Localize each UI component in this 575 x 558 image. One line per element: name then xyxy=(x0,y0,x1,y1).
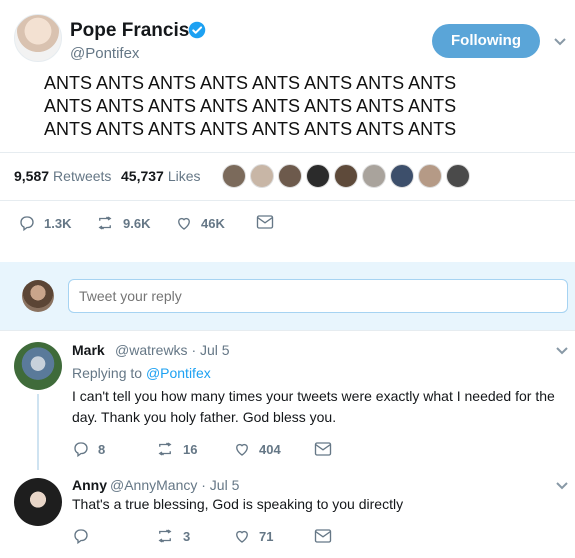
liker-avatar[interactable] xyxy=(250,164,274,188)
reply-author-handle: @watrewks · Jul 5 xyxy=(115,342,230,358)
like-action[interactable]: 46K xyxy=(175,214,225,232)
heart-icon xyxy=(236,530,248,543)
author-display-name[interactable]: Pope Francis xyxy=(70,20,189,42)
replying-to-prefix: Replying to xyxy=(72,365,143,381)
thread-connector xyxy=(37,394,39,470)
author-avatar[interactable] xyxy=(14,14,62,62)
replying-to-link[interactable]: @Pontifex xyxy=(146,365,211,381)
current-user-avatar xyxy=(22,280,54,312)
liker-avatar[interactable] xyxy=(222,164,246,188)
reply-author-name[interactable]: Mark xyxy=(72,342,105,358)
likes-stat[interactable]: 45,737 Likes xyxy=(121,168,201,184)
retweet-icon xyxy=(158,442,172,456)
retweets-stat[interactable]: 9,587 Retweets xyxy=(14,168,111,184)
reply-avatar[interactable] xyxy=(14,342,62,390)
like-action[interactable]: 71 xyxy=(233,527,273,545)
retweet-action[interactable]: 3 xyxy=(155,527,190,545)
divider xyxy=(0,330,575,331)
reply-icon xyxy=(74,442,88,458)
reply-author-name[interactable]: Anny xyxy=(72,477,107,493)
like-count: 404 xyxy=(259,441,281,457)
retweets-label: Retweets xyxy=(53,168,112,184)
reply-date[interactable]: · Jul 5 xyxy=(191,342,229,358)
retweet-icon xyxy=(98,216,112,230)
reply-menu-chevron-down-icon[interactable] xyxy=(555,481,569,491)
reply-input[interactable] xyxy=(68,279,568,313)
reply-handle[interactable]: @watrewks xyxy=(115,342,188,358)
replying-to-line: Replying to @Pontifex xyxy=(72,365,211,381)
heart-icon xyxy=(178,217,190,230)
envelope-icon xyxy=(314,442,332,456)
reply-icon xyxy=(74,529,88,545)
likes-count: 45,737 xyxy=(121,168,164,184)
heart-icon xyxy=(236,443,248,456)
reply-action[interactable]: 1.3K xyxy=(18,214,71,232)
liker-avatar[interactable] xyxy=(446,164,470,188)
like-count: 46K xyxy=(201,215,225,231)
reply-count: 8 xyxy=(98,441,106,457)
retweet-count: 9.6K xyxy=(123,215,151,231)
divider xyxy=(0,152,575,153)
reply-avatar[interactable] xyxy=(14,478,62,526)
author-handle[interactable]: @Pontifex xyxy=(70,45,139,62)
reply-action[interactable] xyxy=(72,527,98,545)
liker-avatar[interactable] xyxy=(390,164,414,188)
envelope-icon xyxy=(314,529,332,543)
tweet-detail-page: Pope Francis @Pontifex Following ANTS AN… xyxy=(0,0,575,558)
reply-menu-chevron-down-icon[interactable] xyxy=(555,346,569,356)
direct-message-action[interactable] xyxy=(256,214,282,230)
reply-icon xyxy=(20,216,34,232)
reply-count: 1.3K xyxy=(44,215,72,231)
tweet-menu-chevron-down-icon[interactable] xyxy=(553,37,567,47)
retweets-count: 9,587 xyxy=(14,168,50,184)
divider xyxy=(0,200,575,201)
liker-avatar[interactable] xyxy=(334,164,358,188)
retweet-action[interactable]: 9.6K xyxy=(95,214,150,232)
like-action[interactable]: 404 xyxy=(233,440,281,458)
reply-author-handle: @AnnyMancy · Jul 5 xyxy=(110,477,239,493)
reply-handle[interactable]: @AnnyMancy xyxy=(110,477,197,493)
tweet-text: ANTS ANTS ANTS ANTS ANTS ANTS ANTS ANTS … xyxy=(44,73,457,139)
reply-action[interactable]: 8 xyxy=(72,440,105,458)
retweet-icon xyxy=(158,529,172,543)
liker-avatar[interactable] xyxy=(306,164,330,188)
liker-avatar[interactable] xyxy=(418,164,442,188)
reply-text: That's a true blessing, God is speaking … xyxy=(72,496,404,512)
direct-message-action[interactable] xyxy=(314,528,340,544)
envelope-icon xyxy=(256,215,274,229)
retweet-action[interactable]: 16 xyxy=(155,440,197,458)
liker-avatar[interactable] xyxy=(278,164,302,188)
reply-date[interactable]: · Jul 5 xyxy=(201,477,239,493)
retweet-count: 16 xyxy=(183,441,198,457)
liker-avatar[interactable] xyxy=(362,164,386,188)
like-count: 71 xyxy=(259,528,274,544)
retweet-count: 3 xyxy=(183,528,191,544)
reply-text: I can't tell you how many times your twe… xyxy=(72,388,555,425)
verified-badge-icon xyxy=(188,21,206,39)
direct-message-action[interactable] xyxy=(314,441,340,457)
likes-label: Likes xyxy=(167,168,201,184)
following-button[interactable]: Following xyxy=(432,24,540,58)
